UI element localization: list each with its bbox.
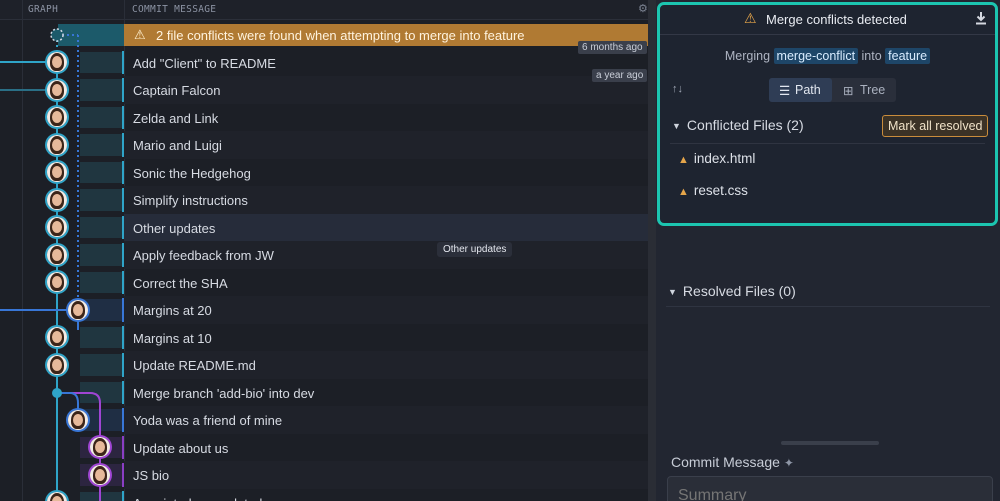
resize-handle[interactable]	[781, 441, 879, 445]
resolved-files-label: Resolved Files (0)	[682, 283, 796, 299]
avatar[interactable]	[47, 52, 67, 73]
commit-message: Margins at 10	[133, 330, 212, 346]
merge-title-bar: ⚠ Merge conflicts detected	[660, 5, 995, 35]
avatar[interactable]	[47, 107, 67, 128]
warning-icon: ⚠	[134, 27, 146, 42]
tree-icon: ⊞	[843, 84, 854, 98]
list-icon: ☰	[779, 84, 791, 98]
merge-conflict-box: ⚠ Merge conflicts detected Merging merge…	[657, 2, 998, 226]
wip-node	[50, 28, 64, 42]
commit-message: Sonic the Hedgehog	[133, 165, 251, 181]
file-name: reset.css	[693, 183, 748, 198]
avatar[interactable]	[47, 492, 67, 501]
commit-message: Zelda and Link	[133, 110, 219, 126]
commit-message: JS bio	[133, 468, 170, 483]
conflict-banner-text: 2 file conflicts were found when attempt…	[156, 28, 525, 43]
commit-message-column-header[interactable]: COMMIT MESSAGE	[132, 4, 216, 15]
download-icon[interactable]	[975, 11, 987, 25]
avatar[interactable]	[68, 409, 88, 430]
warning-icon: ▲	[678, 186, 689, 198]
commit-message-label: Commit Message ✦	[671, 454, 794, 470]
chevron-down-icon: ▼	[672, 121, 681, 131]
merging-prefix: Merging	[724, 49, 771, 63]
source-branch-chip[interactable]: merge-conflict	[773, 48, 859, 64]
commit-message: Mario and Luigi	[133, 138, 222, 153]
avatar[interactable]	[47, 354, 67, 375]
merge-commit-dot	[52, 388, 62, 398]
conflicted-files-label: Conflicted Files (2)	[686, 117, 804, 133]
file-name: index.html	[693, 151, 756, 166]
merging-description: Merging merge-conflict into feature	[660, 48, 995, 64]
commit-message: Captain Falcon	[133, 83, 221, 98]
conflicted-file-item[interactable]: ▲ reset.css	[678, 183, 748, 198]
timestamp-badge: 6 months ago	[578, 41, 647, 54]
avatar[interactable]	[47, 79, 67, 100]
resolved-files-header[interactable]: ▼ Resolved Files (0)	[668, 283, 796, 299]
gear-icon[interactable]: ⚙	[638, 3, 648, 15]
avatar[interactable]	[68, 299, 88, 320]
commit-message: Appointed new related	[133, 496, 262, 501]
commit-message: Update about us	[133, 440, 229, 456]
tree-button-label: Tree	[860, 83, 886, 97]
target-branch-chip[interactable]: feature	[885, 48, 931, 64]
sort-icon[interactable]: ↑↓	[672, 83, 683, 95]
into-word: into	[861, 49, 882, 63]
commit-message: Correct the SHA	[133, 275, 228, 291]
row-background	[124, 461, 648, 489]
commit-message: Simplify instructions	[133, 193, 248, 208]
avatar[interactable]	[90, 464, 110, 485]
commit-message: Update README.md	[133, 358, 256, 373]
avatar[interactable]	[47, 162, 67, 183]
avatar[interactable]	[47, 244, 67, 265]
commit-message: Yoda was a friend of mine	[133, 413, 283, 428]
avatar[interactable]	[90, 437, 110, 458]
app-window: GRAPH COMMIT MESSAGE ⚙ Add "Client" to R…	[0, 0, 1000, 501]
divider	[670, 143, 985, 144]
avatar[interactable]	[47, 272, 67, 293]
tooltip: Other updates	[437, 242, 513, 257]
avatar[interactable]	[47, 327, 67, 348]
warning-icon: ⚠	[744, 10, 757, 26]
merge-title: Merge conflicts detected	[766, 12, 907, 27]
commit-message: Other updates	[133, 220, 216, 236]
view-toggle: ☰ Path ⊞ Tree	[769, 78, 896, 102]
conflicted-files-header[interactable]: ▼ Conflicted Files (2)	[672, 117, 804, 133]
conflict-banner-row[interactable]: ⚠ 2 file conflicts were found when attem…	[58, 24, 648, 46]
commit-graph-panel: GRAPH COMMIT MESSAGE ⚙ Add "Client" to R…	[0, 0, 648, 501]
commit-message: Apply feedback from JW	[133, 248, 274, 263]
path-button-label: Path	[795, 83, 821, 97]
conflicted-file-item[interactable]: ▲ index.html	[678, 151, 755, 166]
sparkle-icon[interactable]: ✦	[784, 456, 794, 470]
path-view-button[interactable]: ☰ Path	[769, 78, 832, 102]
panel-splitter[interactable]	[648, 0, 656, 501]
commit-message: Merge branch 'add-bio' into dev	[133, 385, 315, 401]
warning-icon: ▲	[678, 154, 689, 166]
tree-view-button[interactable]: ⊞ Tree	[833, 78, 896, 102]
commit-message: Margins at 20	[133, 303, 212, 318]
commit-message: Add "Client" to README	[133, 55, 276, 71]
merge-panel: ⚠ Merge conflicts detected Merging merge…	[656, 0, 1000, 501]
divider	[666, 306, 990, 307]
chevron-down-icon: ▼	[668, 287, 677, 297]
avatar[interactable]	[47, 217, 67, 238]
mark-all-resolved-button[interactable]: Mark all resolved	[882, 115, 989, 137]
commit-message-label-text: Commit Message	[671, 454, 780, 470]
summary-input[interactable]	[667, 476, 993, 501]
timestamp-badge: a year ago	[592, 69, 648, 82]
avatar[interactable]	[47, 189, 67, 210]
avatar[interactable]	[47, 134, 67, 155]
